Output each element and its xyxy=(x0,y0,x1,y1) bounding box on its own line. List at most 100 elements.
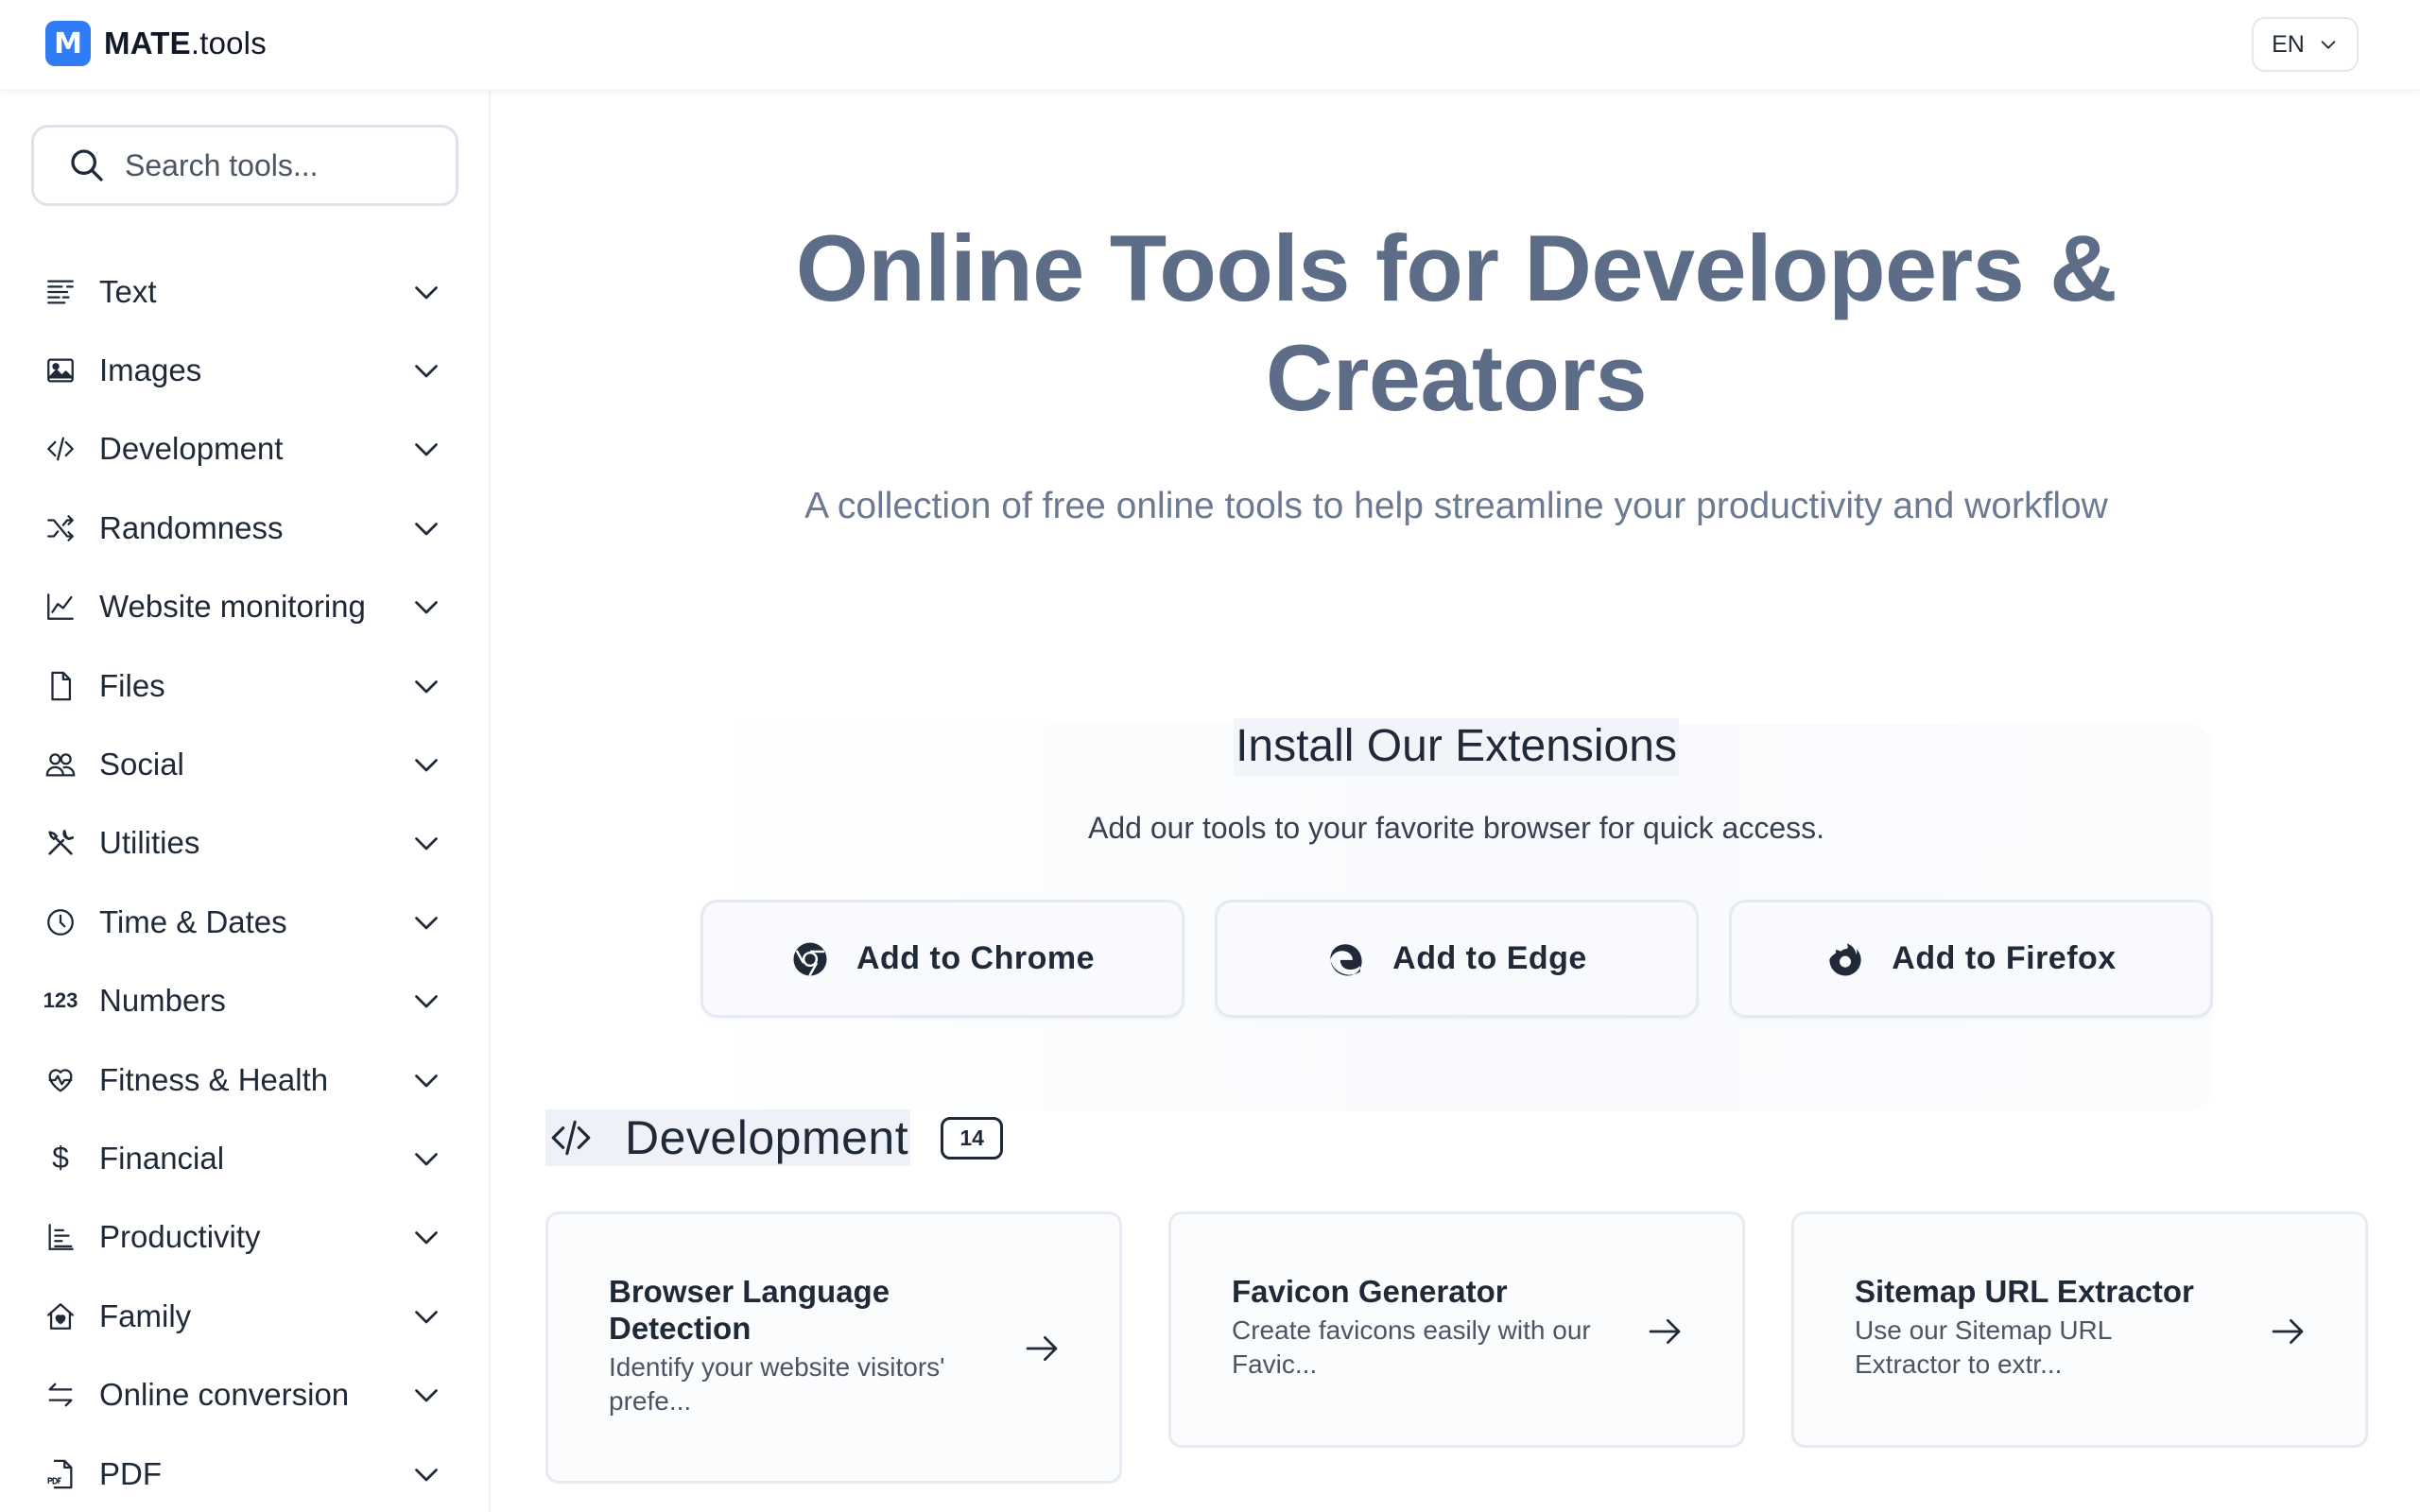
sidebar-item-images[interactable]: Images xyxy=(0,331,491,409)
chevron-down-icon[interactable] xyxy=(409,432,443,466)
chevron-down-icon[interactable] xyxy=(409,905,443,939)
pdf-file-icon xyxy=(43,1457,78,1491)
chevron-down-icon[interactable] xyxy=(409,275,443,309)
brand-name-bold: MATE xyxy=(104,26,191,60)
add-to-edge-label: Add to Edge xyxy=(1392,940,1587,976)
code-icon xyxy=(551,1120,591,1156)
arrow-right-icon xyxy=(2272,1319,2304,1344)
sidebar-item-label: Files xyxy=(99,667,165,703)
main-content: Online Tools for Developers & Creators A… xyxy=(493,91,2420,1512)
category-nav: Text Images Development Randomness Websi… xyxy=(0,252,491,1512)
chevron-down-icon[interactable] xyxy=(409,669,443,703)
sidebar-item-label: Social xyxy=(99,747,184,782)
development-section-header: Development 14 xyxy=(545,1109,1004,1166)
tool-card-title: Sitemap URL Extractor xyxy=(1855,1274,2194,1309)
sidebar-item-time-dates[interactable]: Time & Dates xyxy=(0,883,491,961)
brand-name-suffix: .tools xyxy=(190,26,267,60)
extensions-title-text: Install Our Extensions xyxy=(1234,718,1679,776)
chevron-down-icon[interactable] xyxy=(409,1299,443,1333)
hero-title: Online Tools for Developers & Creators xyxy=(493,214,2420,433)
sidebar-item-label: Time & Dates xyxy=(99,903,287,939)
arrows-swap-icon xyxy=(43,1378,78,1412)
search-input[interactable] xyxy=(125,147,437,183)
dollar-icon: $ xyxy=(43,1141,78,1176)
language-code: EN xyxy=(2272,30,2305,58)
chevron-down-icon[interactable] xyxy=(409,1457,443,1491)
tool-card-description: Use our Sitemap URL Extractor to extr... xyxy=(1855,1315,2112,1379)
language-selector[interactable]: EN xyxy=(2252,17,2359,72)
section-title: Development xyxy=(625,1111,909,1164)
sidebar-item-fitness-health[interactable]: Fitness & Health xyxy=(0,1040,491,1119)
sidebar-item-text[interactable]: Text xyxy=(0,252,491,331)
sidebar-item-utilities[interactable]: Utilities xyxy=(0,804,491,883)
clock-icon xyxy=(43,905,78,939)
heart-pulse-icon xyxy=(43,1063,78,1097)
sidebar-item-online-conversion[interactable]: Online conversion xyxy=(0,1355,491,1434)
sidebar-item-label: Website monitoring xyxy=(99,589,366,625)
file-icon xyxy=(43,669,78,703)
sidebar-item-financial[interactable]: $ Financial xyxy=(0,1119,491,1197)
chevron-down-icon[interactable] xyxy=(409,1063,443,1097)
users-icon xyxy=(43,747,78,782)
line-chart-icon xyxy=(43,590,78,624)
sidebar-item-label: Randomness xyxy=(99,509,284,545)
tool-card-title: Favicon Generator xyxy=(1232,1274,1508,1309)
arrow-right-icon xyxy=(1649,1319,1681,1344)
tool-card-description: Identify your website visitors' prefe... xyxy=(609,1352,945,1416)
tool-card-sitemap-url-extractor[interactable]: Sitemap URL Extractor Use our Sitemap UR… xyxy=(1791,1211,2368,1448)
extensions-subtitle: Add our tools to your favorite browser f… xyxy=(1087,811,1824,845)
chevron-down-icon[interactable] xyxy=(409,1378,443,1412)
sidebar-item-numbers[interactable]: 123 Numbers xyxy=(0,962,491,1040)
search-box[interactable] xyxy=(31,125,458,206)
chevron-down-icon[interactable] xyxy=(409,590,443,624)
dollar-icon-text: $ xyxy=(52,1141,69,1176)
sidebar-item-pdf[interactable]: PDF xyxy=(0,1435,491,1512)
shuffle-icon xyxy=(43,511,78,545)
numbers-icon: 123 xyxy=(43,984,78,1018)
hero-subtitle: A collection of free online tools to hel… xyxy=(804,486,2108,526)
sidebar-item-social[interactable]: Social xyxy=(0,725,491,803)
sidebar-item-label: PDF xyxy=(99,1455,162,1491)
sidebar-item-development[interactable]: Development xyxy=(0,410,491,489)
sidebar-item-files[interactable]: Files xyxy=(0,646,491,725)
chevron-down-icon[interactable] xyxy=(409,1142,443,1176)
image-icon xyxy=(43,353,78,387)
add-to-firefox-button[interactable]: Add to Firefox xyxy=(1729,900,2213,1018)
sidebar-item-randomness[interactable]: Randomness xyxy=(0,489,491,567)
chevron-down-icon[interactable] xyxy=(409,747,443,782)
chevron-down-icon[interactable] xyxy=(409,984,443,1018)
sidebar-item-website-monitoring[interactable]: Website monitoring xyxy=(0,568,491,646)
sidebar-item-label: Fitness & Health xyxy=(99,1061,329,1097)
add-to-chrome-button[interactable]: Add to Chrome xyxy=(700,900,1184,1018)
sidebar: Text Images Development Randomness Websi… xyxy=(0,91,491,1512)
code-icon xyxy=(43,432,78,466)
brand-logo[interactable]: M MATE.tools xyxy=(45,21,267,66)
list-tree-icon xyxy=(43,1220,78,1254)
chevron-down-icon[interactable] xyxy=(409,511,443,545)
arrow-right-icon xyxy=(1026,1336,1058,1361)
text-align-icon xyxy=(43,275,78,309)
sidebar-item-productivity[interactable]: Productivity xyxy=(0,1198,491,1277)
brand-name: MATE.tools xyxy=(104,26,267,61)
firefox-icon xyxy=(1829,942,1861,975)
tool-card-favicon-generator[interactable]: Favicon Generator Create favicons easily… xyxy=(1168,1211,1745,1448)
chevron-down-icon[interactable] xyxy=(409,1220,443,1254)
chevron-down-icon xyxy=(2321,41,2336,49)
numbers-icon-text: 123 xyxy=(43,988,78,1013)
home-heart-icon xyxy=(43,1299,78,1333)
sidebar-item-label: Financial xyxy=(99,1140,225,1176)
add-to-edge-button[interactable]: Add to Edge xyxy=(1215,900,1699,1018)
section-title-highlight: Development xyxy=(545,1109,911,1166)
chevron-down-icon[interactable] xyxy=(409,826,443,860)
sidebar-item-label: Images xyxy=(99,352,202,388)
extensions-title: Install Our Extensions xyxy=(493,718,2420,776)
sidebar-item-family[interactable]: Family xyxy=(0,1277,491,1355)
add-to-firefox-label: Add to Firefox xyxy=(1892,940,2117,976)
edge-icon xyxy=(1330,943,1362,975)
tools-icon xyxy=(43,826,78,860)
tool-card-browser-language-detection[interactable]: Browser Language Detection Identify your… xyxy=(545,1211,1122,1484)
hero-title-line1: Online Tools for Developers & xyxy=(795,215,2118,320)
chrome-icon xyxy=(793,942,827,976)
chevron-down-icon[interactable] xyxy=(409,353,443,387)
top-header: M MATE.tools EN xyxy=(0,0,2420,91)
